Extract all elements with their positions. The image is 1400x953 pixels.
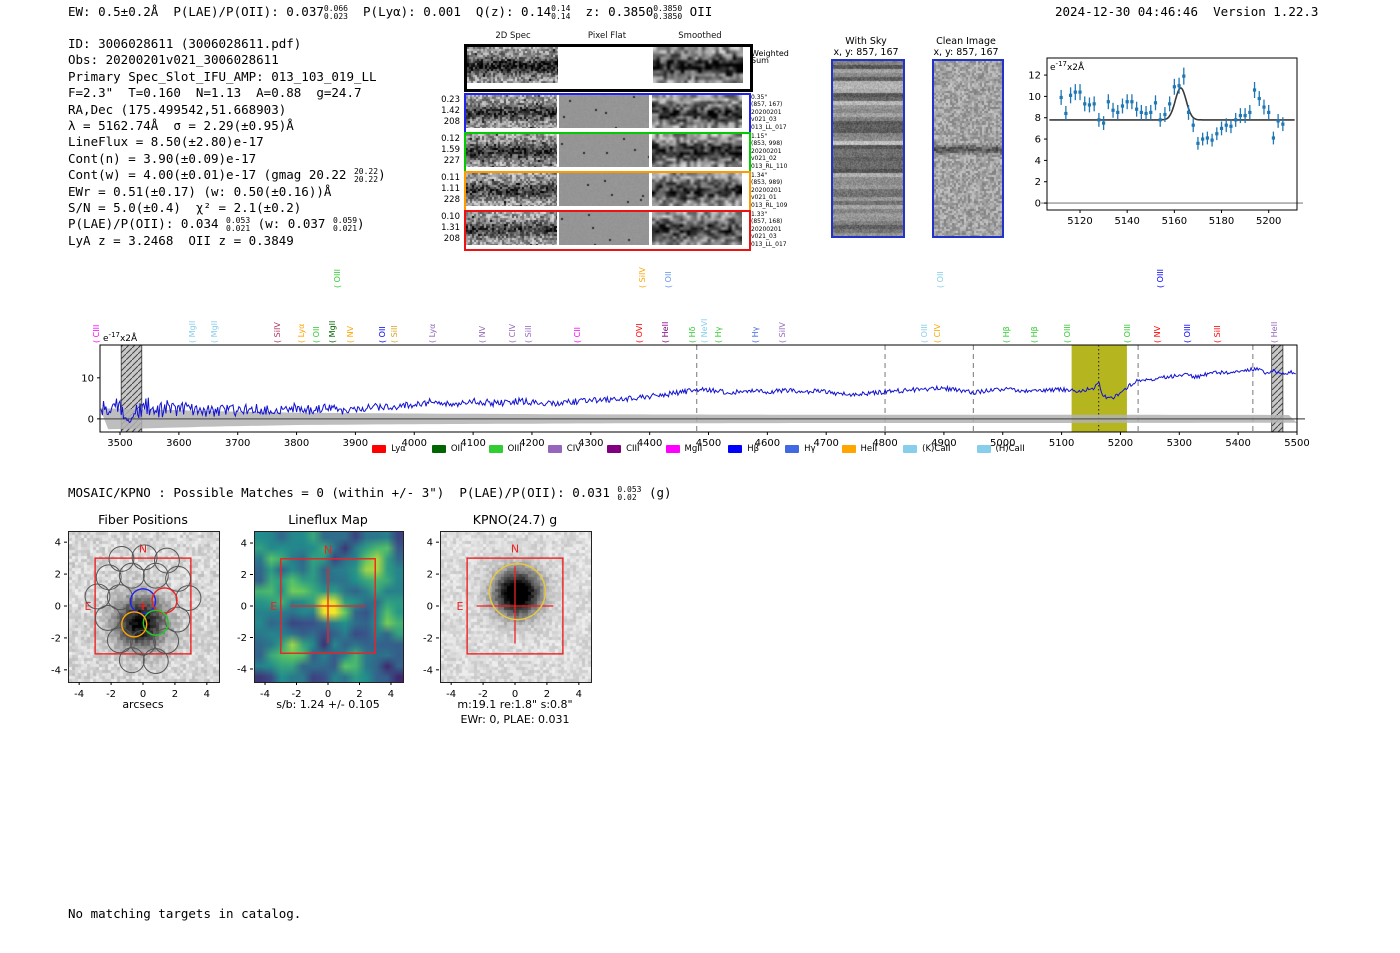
svg-text:-2: -2 bbox=[423, 633, 433, 644]
svg-text:4: 4 bbox=[204, 689, 210, 700]
svg-text:2: 2 bbox=[427, 570, 433, 581]
svg-text:0: 0 bbox=[427, 602, 433, 613]
footer-notes: No matching targets in catalog. Row inte… bbox=[68, 875, 301, 953]
kpno-image-frame bbox=[440, 531, 592, 683]
svg-text:4: 4 bbox=[55, 538, 61, 549]
lineflux-image-frame bbox=[254, 531, 404, 683]
kpno-title: KPNO(24.7) g bbox=[472, 512, 558, 527]
fiber-image bbox=[69, 532, 219, 682]
kpno-caption: m:19.1 re:1.8" s:0.8" bbox=[457, 698, 573, 711]
svg-text:4: 4 bbox=[241, 539, 247, 550]
svg-text:0: 0 bbox=[55, 602, 61, 613]
kpno-image bbox=[441, 532, 591, 682]
cutout-panels: Fiber Positions -4 -4 -2 -2 0 0 2 2 4 4 N Earcsecs Li… bbox=[0, 0, 1400, 953]
fiber-title: Fiber Positions bbox=[98, 512, 188, 527]
svg-text:-2: -2 bbox=[237, 633, 247, 644]
lineflux-image bbox=[255, 532, 403, 682]
svg-text:0: 0 bbox=[241, 602, 247, 613]
svg-text:2: 2 bbox=[55, 570, 61, 581]
kpno-caption: EWr: 0, PLAE: 0.031 bbox=[460, 713, 570, 726]
svg-text:4: 4 bbox=[427, 538, 433, 549]
elixer-report-page: EW: 0.5±0.2Å P(LAE)/P(OII): 0.037 0.066 0.… bbox=[0, 0, 1400, 953]
svg-text:-4: -4 bbox=[237, 664, 247, 675]
svg-text:-2: -2 bbox=[51, 633, 61, 644]
lineflux-title: Lineflux Map bbox=[288, 512, 368, 527]
fiber-image-frame bbox=[68, 531, 220, 683]
fiber-xlabel: arcsecs bbox=[122, 698, 164, 711]
footer-line-1: No matching targets in catalog. bbox=[68, 906, 302, 921]
svg-text:-4: -4 bbox=[51, 665, 61, 676]
svg-text:-4: -4 bbox=[423, 665, 433, 676]
svg-text:2: 2 bbox=[241, 570, 247, 581]
